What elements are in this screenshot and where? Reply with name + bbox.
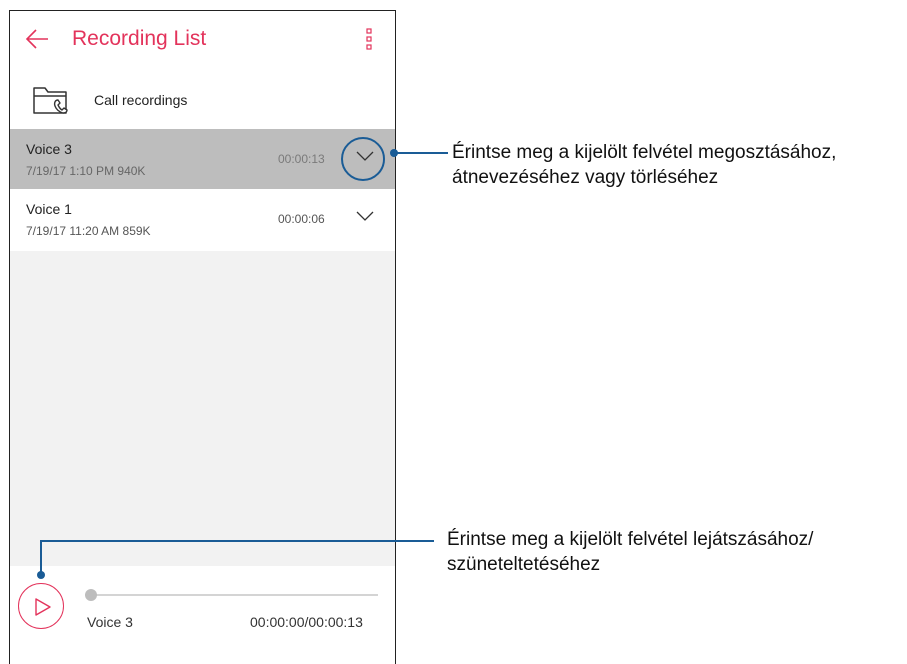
play-button[interactable]: [18, 583, 64, 629]
player-recording-name: Voice 3: [87, 614, 133, 630]
recording-row[interactable]: Voice 1 7/19/17 11:20 AM 859K 00:00:06: [10, 189, 395, 249]
seek-track[interactable]: [88, 594, 378, 596]
arrow-left-icon: [25, 29, 48, 49]
recording-name: Voice 3: [26, 141, 72, 157]
phone-screen: Recording List Call recordings Voice 3 7…: [9, 10, 396, 664]
page-title: Recording List: [72, 27, 207, 50]
app-bar: Recording List: [10, 11, 395, 67]
callout-text-expand: Érintse meg a kijelölt felvétel megosztá…: [452, 142, 837, 188]
more-options-button[interactable]: [362, 26, 376, 52]
call-recordings-folder[interactable]: Call recordings: [10, 75, 395, 127]
highlight-ring: [341, 137, 385, 181]
player-time: 00:00:00/00:00:13: [250, 614, 363, 630]
recording-duration: 00:00:06: [278, 212, 325, 226]
empty-list-area: [10, 251, 395, 566]
callout-text-play: Érintse meg a kijelölt felvétel lejátszá…: [447, 529, 814, 575]
recording-name: Voice 1: [26, 201, 72, 217]
more-vertical-icon: [366, 28, 372, 50]
recording-meta: 7/19/17 11:20 AM 859K: [26, 224, 151, 238]
call-folder-icon: [33, 87, 68, 114]
recording-meta: 7/19/17 1:10 PM 940K: [26, 164, 146, 178]
folder-label: Call recordings: [94, 92, 188, 108]
callout-line-play-horizontal: [40, 540, 434, 542]
player-bar: Voice 3 00:00:00/00:00:13: [10, 566, 395, 664]
seek-knob[interactable]: [85, 589, 97, 601]
chevron-down-icon: [356, 211, 374, 221]
recording-duration: 00:00:13: [278, 152, 325, 166]
back-button[interactable]: [24, 27, 50, 51]
play-icon: [35, 598, 51, 616]
recording-list: Voice 3 7/19/17 1:10 PM 940K 00:00:13 Vo…: [10, 129, 395, 249]
callout-line-play-vertical: [40, 540, 42, 575]
callout-line-expand: [394, 152, 448, 154]
expand-button[interactable]: [355, 209, 375, 223]
recording-row[interactable]: Voice 3 7/19/17 1:10 PM 940K 00:00:13: [10, 129, 395, 189]
